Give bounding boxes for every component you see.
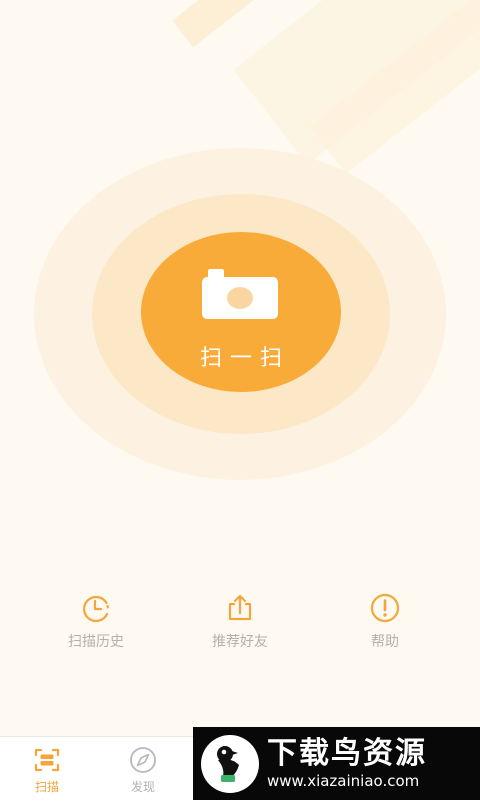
help-exclamation-icon	[370, 593, 400, 623]
tab-label: 发现	[130, 780, 155, 794]
bird-logo-icon	[201, 734, 259, 793]
compass-icon	[130, 747, 156, 773]
history-clock-icon	[83, 595, 110, 623]
tab-discover[interactable]: 发现	[113, 745, 173, 797]
tab-scan[interactable]: 扫描	[17, 745, 77, 797]
tab-label: 扫描	[34, 780, 59, 794]
scan-icon	[34, 748, 60, 772]
shortcut-recommend-friends[interactable]: 推荐好友	[175, 592, 305, 652]
share-icon	[228, 594, 252, 621]
watermark-banner: 下载鸟资源 www.xiazainiao.com	[193, 727, 480, 800]
shortcut-scan-history[interactable]: 扫描历史	[31, 592, 161, 652]
scan-button[interactable]: 扫一扫	[141, 232, 341, 392]
shortcut-label: 推荐好友	[212, 634, 268, 650]
shortcut-label: 帮助	[371, 634, 399, 650]
scan-button-label: 扫一扫	[199, 345, 290, 370]
shortcut-label: 扫描历史	[68, 634, 124, 650]
watermark-title: 下载鸟资源	[267, 735, 427, 771]
camera-icon	[202, 269, 278, 319]
shortcut-help[interactable]: 帮助	[320, 592, 450, 652]
watermark-url: www.xiazainiao.com	[267, 771, 420, 790]
